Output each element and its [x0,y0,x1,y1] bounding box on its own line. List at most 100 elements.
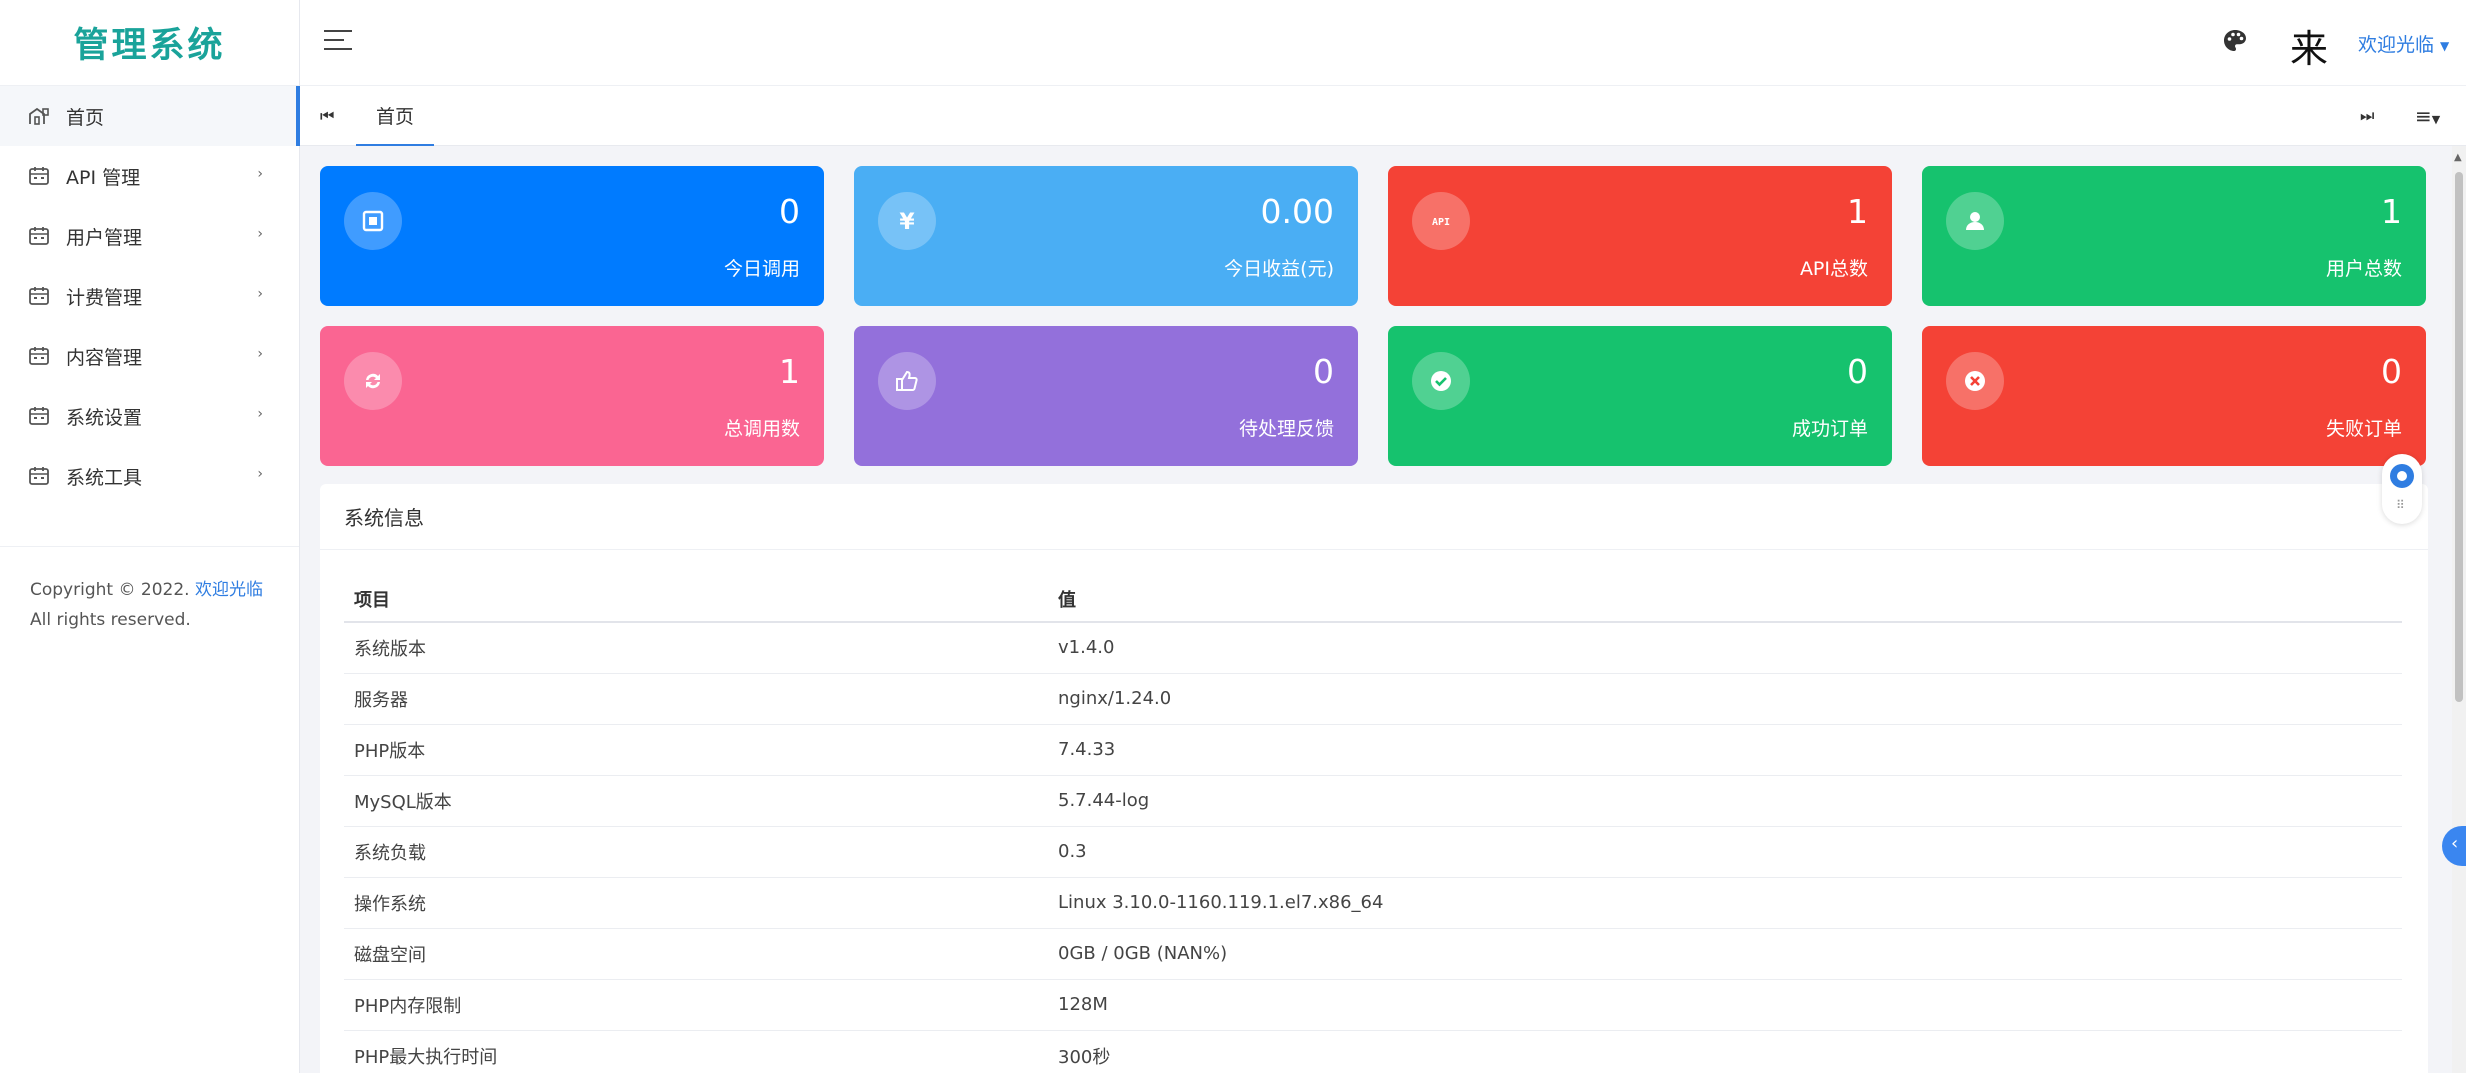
stat-value: 0 [1847,352,1868,391]
stat-value: 0 [1313,352,1334,391]
counter-icon [344,192,402,250]
calendar-icon [28,286,50,306]
column-header: 项目 [344,576,1048,623]
row-value: 5.7.44-log [1048,775,2402,827]
sidebar-item-label: 计费管理 [66,286,143,309]
stat-value: 1 [2381,192,2402,231]
stat-value: 0 [2381,352,2402,391]
sidebar-item-label: 系统工具 [66,466,143,489]
table-header-row: 项目 值 [344,576,2402,623]
app-root: 管理系统 首页 API 管理 › 用户管理 › 计费管理 › 内容管理 › 系统… [0,0,2466,1073]
user-menu[interactable]: 欢迎光临 ▼ [2358,30,2449,57]
table-row: MySQL版本 5.7.44-log [344,775,2402,827]
caret-down-icon: ▼ [2440,38,2450,53]
footer-link[interactable]: 欢迎光临 [195,580,263,600]
calendar-icon [28,466,50,486]
app-logo[interactable]: 管理系统 [0,0,299,86]
sidebar-item-label: 首页 [66,106,105,129]
row-value: Linux 3.10.0-1160.119.1.el7.x86_64 [1048,877,2402,929]
copyright-suffix: All rights reserved. [30,610,191,630]
row-item: 磁盘空间 [344,928,1048,980]
sidebar-item-billing[interactable]: 计费管理 › [0,266,299,326]
floating-chat-button[interactable]: ⠿ [2382,454,2422,524]
calendar-icon [28,346,50,366]
row-item: 系统版本 [344,622,1048,674]
tab-next-icon[interactable]: ⏭ [2360,106,2374,126]
chevron-right-icon: › [257,226,263,242]
api-icon: API [1412,192,1470,250]
chat-icon [2390,464,2414,488]
calendar-icon [28,166,50,186]
panel-title: 系统信息 [320,484,2428,550]
row-item: 服务器 [344,673,1048,725]
stat-card[interactable]: 0 今日调用 [320,166,824,306]
chevron-right-icon: › [257,166,263,182]
drag-handle-icon[interactable]: ⠿ [2396,498,2406,512]
calendar-icon [28,226,50,246]
palette-icon[interactable] [2222,28,2248,54]
x-circle-icon [1946,352,2004,410]
sidebar-item-tools[interactable]: 系统工具 › [0,446,299,506]
row-item: PHP版本 [344,724,1048,776]
row-value: 128M [1048,979,2402,1031]
stat-card[interactable]: 0 成功订单 [1388,326,1892,466]
sidebar-item-api[interactable]: API 管理 › [0,146,299,206]
stat-label: 失败订单 [2325,418,2402,440]
user-icon [1946,192,2004,250]
sidebar-nav: 首页 API 管理 › 用户管理 › 计费管理 › 内容管理 › 系统设置 › … [0,86,299,506]
svg-text:API: API [1432,217,1450,228]
check-circle-icon [1412,352,1470,410]
menu-toggle-icon[interactable] [324,30,352,52]
row-value: nginx/1.24.0 [1048,673,2402,725]
stat-value: 1 [779,352,800,391]
tab-menu-icon[interactable]: ≡▼ [2415,104,2440,128]
table-row: PHP版本 7.4.33 [344,724,2402,776]
stat-label: API总数 [1799,258,1868,280]
scrollbar[interactable]: ▲ [2452,146,2466,1073]
scroll-up-icon[interactable]: ▲ [2454,152,2462,163]
chevron-right-icon: › [257,406,263,422]
stat-label: 今日收益(元) [1224,258,1334,280]
tab-home[interactable]: 首页 [356,86,435,146]
stat-card[interactable]: 0 待处理反馈 [854,326,1358,466]
stat-label: 用户总数 [2325,258,2402,280]
table-row: 操作系统 Linux 3.10.0-1160.119.1.el7.x86_64 [344,877,2402,929]
row-value: 300秒 [1048,1030,2402,1073]
user-menu-label: 欢迎光临 [2358,34,2435,56]
header-char[interactable]: 来 [2290,18,2328,73]
yen-icon: ¥ [878,192,936,250]
table-row: PHP最大执行时间 300秒 [344,1030,2402,1073]
system-info-panel: 系统信息 项目 值 系统版本 v1.4.0 服务器 nginx/1.24.0 PHP版本… [320,484,2428,1073]
tab-prev-icon[interactable]: ⏮ [320,106,334,126]
scrollbar-thumb[interactable] [2455,172,2463,702]
topbar: 来 欢迎光临 ▼ [300,0,2466,86]
sidebar-item-home[interactable]: 首页 [0,86,299,146]
sidebar-item-label: 系统设置 [66,406,143,429]
row-item: MySQL版本 [344,775,1048,827]
main-content: 0 今日调用 ¥0.00 今日收益(元) API 1 API总数 1 用户总数 1 总调用数 0 待处理… [300,146,2450,1073]
svg-text:¥: ¥ [899,210,915,234]
row-item: 操作系统 [344,877,1048,929]
table-row: 磁盘空间 0GB / 0GB (NAN%) [344,928,2402,980]
table-row: 服务器 nginx/1.24.0 [344,673,2402,725]
home-icon [28,106,50,126]
stat-card[interactable]: 1 总调用数 [320,326,824,466]
stat-card[interactable]: API 1 API总数 [1388,166,1892,306]
row-item: PHP最大执行时间 [344,1030,1048,1073]
sidebar-item-settings[interactable]: 系统设置 › [0,386,299,446]
stat-card[interactable]: 0 失败订单 [1922,326,2426,466]
stat-card[interactable]: 1 用户总数 [1922,166,2426,306]
chevron-right-icon: › [257,346,263,362]
chevron-right-icon: › [257,466,263,482]
stat-value: 0.00 [1260,192,1334,231]
column-header: 值 [1048,576,2402,623]
stat-label: 今日调用 [723,258,800,280]
stat-value: 1 [1847,192,1868,231]
row-value: 0GB / 0GB (NAN%) [1048,928,2402,980]
chevron-right-icon: › [257,286,263,302]
stat-card[interactable]: ¥0.00 今日收益(元) [854,166,1358,306]
sidebar-item-content[interactable]: 内容管理 › [0,326,299,386]
copyright-text: Copyright © 2022. [30,580,190,600]
sidebar-item-users[interactable]: 用户管理 › [0,206,299,266]
row-value: 0.3 [1048,826,2402,878]
